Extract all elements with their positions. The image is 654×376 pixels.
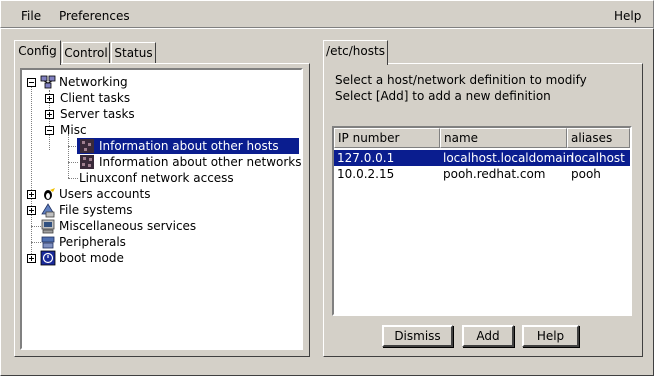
tree-item-linuxconf-access[interactable]: Linuxconf network access xyxy=(77,170,299,186)
network-info-icon xyxy=(80,155,94,169)
host-info-icon xyxy=(80,139,94,153)
tree-label: Miscellaneous services xyxy=(59,219,197,233)
tab-control[interactable]: Control xyxy=(62,42,110,64)
filesystem-icon xyxy=(41,203,55,218)
tree-item-peripherals[interactable]: Peripherals xyxy=(22,234,301,250)
tree-label: File systems xyxy=(59,203,133,217)
tree-label: boot mode xyxy=(59,251,124,265)
menu-preferences[interactable]: Preferences xyxy=(59,9,130,23)
users-icon xyxy=(44,188,55,200)
tree-label: Peripherals xyxy=(59,235,126,249)
cell-aliases: pooh xyxy=(571,167,601,181)
column-header-aliases[interactable]: aliases xyxy=(567,128,630,148)
collapse-icon[interactable] xyxy=(45,126,54,135)
tab-config[interactable]: Config xyxy=(14,40,61,65)
column-header-ip[interactable]: IP number xyxy=(334,128,440,148)
tree-item-info-networks[interactable]: Information about other networks xyxy=(77,154,302,170)
hosts-table[interactable]: IP number name aliases 127.0.0.1 localho… xyxy=(332,126,632,316)
expand-icon[interactable] xyxy=(27,206,36,215)
tree-item-misc[interactable]: Misc xyxy=(22,122,301,138)
network-icon xyxy=(40,75,56,89)
add-button[interactable]: Add xyxy=(462,325,514,347)
cell-aliases: localhost xyxy=(571,151,625,165)
instruction-line-1: Select a host/network definition to modi… xyxy=(335,73,587,87)
tree-item-misc-services[interactable]: Miscellaneous services xyxy=(22,218,301,234)
tree-label: Information about other hosts xyxy=(99,139,279,153)
instruction-line-2: Select [Add] to add a new definition xyxy=(335,89,551,103)
menu-file[interactable]: File xyxy=(21,9,41,23)
help-button[interactable]: Help xyxy=(522,325,579,347)
cell-ip: 127.0.0.1 xyxy=(337,151,395,165)
cell-name: pooh.redhat.com xyxy=(443,167,546,181)
tree-label: Information about other networks xyxy=(99,155,302,169)
peripherals-icon xyxy=(41,236,55,249)
tree-label: Client tasks xyxy=(60,91,131,105)
cell-ip: 10.0.2.15 xyxy=(337,167,395,181)
tab-status[interactable]: Status xyxy=(111,42,156,64)
tree-label: Server tasks xyxy=(60,107,135,121)
computer-icon xyxy=(41,219,55,234)
tree-item-users-accounts[interactable]: Users accounts xyxy=(22,186,301,202)
tree-item-boot-mode[interactable]: boot mode xyxy=(22,250,301,266)
cell-name: localhost.localdomain xyxy=(443,151,574,165)
expand-icon[interactable] xyxy=(45,94,54,103)
tab-etc-hosts[interactable]: /etc/hosts xyxy=(323,40,388,65)
menubar: File Preferences Help xyxy=(0,0,654,28)
tree-item-networking[interactable]: Networking xyxy=(22,74,301,90)
tree-item-file-systems[interactable]: File systems xyxy=(22,202,301,218)
tree-label: Linuxconf network access xyxy=(79,171,234,185)
dismiss-button[interactable]: Dismiss xyxy=(382,325,453,347)
column-header-name[interactable]: name xyxy=(440,128,567,148)
table-row[interactable]: 127.0.0.1 localhost.localdomain localhos… xyxy=(334,150,630,166)
config-tree[interactable]: Networking Client tasks Server tasks Mis… xyxy=(20,68,303,350)
clock-icon xyxy=(40,250,56,266)
collapse-icon[interactable] xyxy=(27,78,36,87)
tree-item-info-hosts[interactable]: Information about other hosts xyxy=(77,138,299,154)
expand-icon[interactable] xyxy=(45,110,54,119)
table-row[interactable]: 10.0.2.15 pooh.redhat.com pooh xyxy=(334,166,630,182)
tree-label: Misc xyxy=(60,123,87,137)
tree-item-client-tasks[interactable]: Client tasks xyxy=(22,90,301,106)
tree-label: Networking xyxy=(59,75,128,89)
expand-icon[interactable] xyxy=(27,190,36,199)
menu-help[interactable]: Help xyxy=(614,9,641,23)
tree-item-server-tasks[interactable]: Server tasks xyxy=(22,106,301,122)
expand-icon[interactable] xyxy=(27,254,36,263)
tree-label: Users accounts xyxy=(59,187,151,201)
